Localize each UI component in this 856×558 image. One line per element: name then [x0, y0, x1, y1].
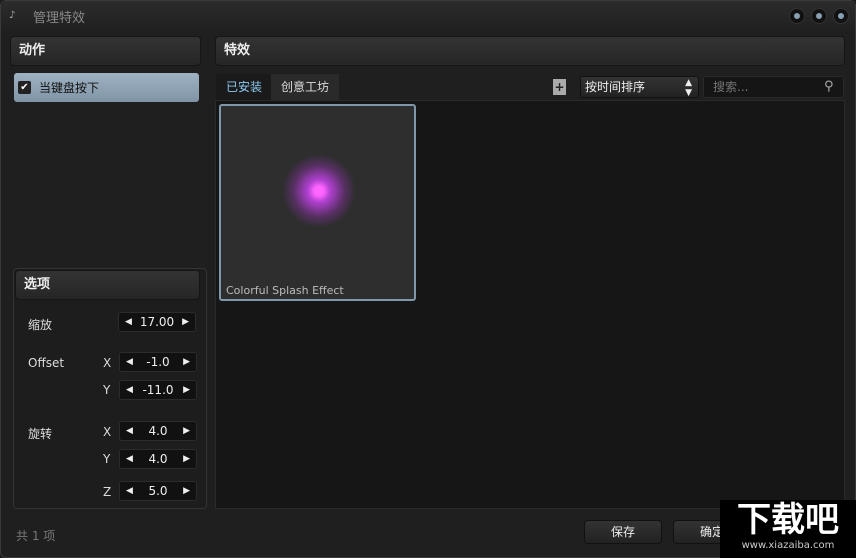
rot-y-value: 4.0 [148, 452, 168, 466]
item-count: 共 1 项 [16, 529, 56, 543]
offset-x-value: -1.0 [146, 355, 170, 369]
tab-workshop[interactable]: 创意工坊 [271, 74, 340, 100]
decrement-icon[interactable]: ◀ [125, 317, 132, 327]
increment-icon[interactable]: ▶ [183, 454, 190, 464]
increment-icon[interactable]: ▶ [183, 385, 190, 395]
search-icon[interactable]: ⚲ [824, 79, 834, 94]
tab-installed[interactable]: 已安装 [216, 74, 273, 100]
save-button[interactable]: 保存 [584, 520, 662, 544]
offset-x-label: X [103, 356, 112, 370]
scale-value: 17.00 [139, 315, 175, 329]
checkbox-checked-icon[interactable]: ✔ [18, 81, 31, 94]
rotate-label: 旋转 [28, 427, 53, 441]
offset-y-label: Y [103, 383, 111, 397]
updown-icon: ▲ ▼ [685, 78, 692, 98]
title-bar: ♪ 管理特效 [1, 1, 855, 31]
watermark-logo: 下载吧 www.xiazaiba.com [720, 500, 856, 558]
increment-icon[interactable]: ▶ [183, 486, 190, 496]
scale-stepper[interactable]: ◀ 17.00 ▶ [118, 312, 196, 332]
offset-y-value: -11.0 [142, 383, 174, 397]
decrement-icon[interactable]: ◀ [126, 357, 133, 367]
offset-label: Offset [28, 356, 65, 370]
window: ♪ 管理特效 动作 ✔ 当键盘按下 选项 缩放 ◀ 17.00 ▶ Offset X… [0, 0, 856, 558]
minimize-button[interactable] [789, 8, 805, 24]
decrement-icon[interactable]: ◀ [126, 486, 133, 496]
rot-y-label: Y [103, 452, 111, 466]
app-icon: ♪ [9, 10, 16, 21]
effect-card[interactable]: Colorful Splash Effect [219, 104, 416, 301]
decrement-icon[interactable]: ◀ [126, 385, 133, 395]
increment-icon[interactable]: ▶ [182, 317, 189, 327]
window-title: 管理特效 [33, 10, 86, 26]
scale-label: 缩放 [28, 318, 53, 332]
offset-x-stepper[interactable]: ◀ -1.0 ▶ [119, 352, 197, 372]
watermark-url: www.xiazaiba.com [741, 540, 835, 551]
maximize-button[interactable] [811, 8, 827, 24]
increment-icon[interactable]: ▶ [183, 357, 190, 367]
rot-z-label: Z [103, 485, 112, 499]
rot-z-stepper[interactable]: ◀ 5.0 ▶ [119, 481, 197, 501]
effect-thumbnail [279, 151, 359, 231]
rot-y-stepper[interactable]: ◀ 4.0 ▶ [119, 449, 197, 469]
rot-x-value: 4.0 [148, 424, 168, 438]
sort-value: 按时间排序 [585, 80, 646, 94]
options-header: 选项 [15, 270, 200, 300]
decrement-icon[interactable]: ◀ [126, 426, 133, 436]
sort-select[interactable]: 按时间排序 ▲ ▼ [580, 76, 699, 98]
effects-header: 特效 [215, 36, 845, 66]
rot-z-value: 5.0 [148, 484, 168, 498]
add-file-icon[interactable]: + [553, 79, 566, 95]
watermark-text: 下载吧 [737, 500, 839, 540]
action-label: 当键盘按下 [39, 81, 100, 95]
offset-y-stepper[interactable]: ◀ -11.0 ▶ [119, 380, 197, 400]
close-button[interactable] [833, 8, 849, 24]
rot-x-label: X [103, 425, 112, 439]
rot-x-stepper[interactable]: ◀ 4.0 ▶ [119, 421, 197, 441]
search-input[interactable] [703, 76, 844, 98]
action-item-key-press[interactable]: ✔ 当键盘按下 [14, 73, 199, 102]
effect-name: Colorful Splash Effect [226, 284, 344, 297]
increment-icon[interactable]: ▶ [183, 426, 190, 436]
decrement-icon[interactable]: ◀ [126, 454, 133, 464]
actions-header: 动作 [10, 36, 201, 66]
